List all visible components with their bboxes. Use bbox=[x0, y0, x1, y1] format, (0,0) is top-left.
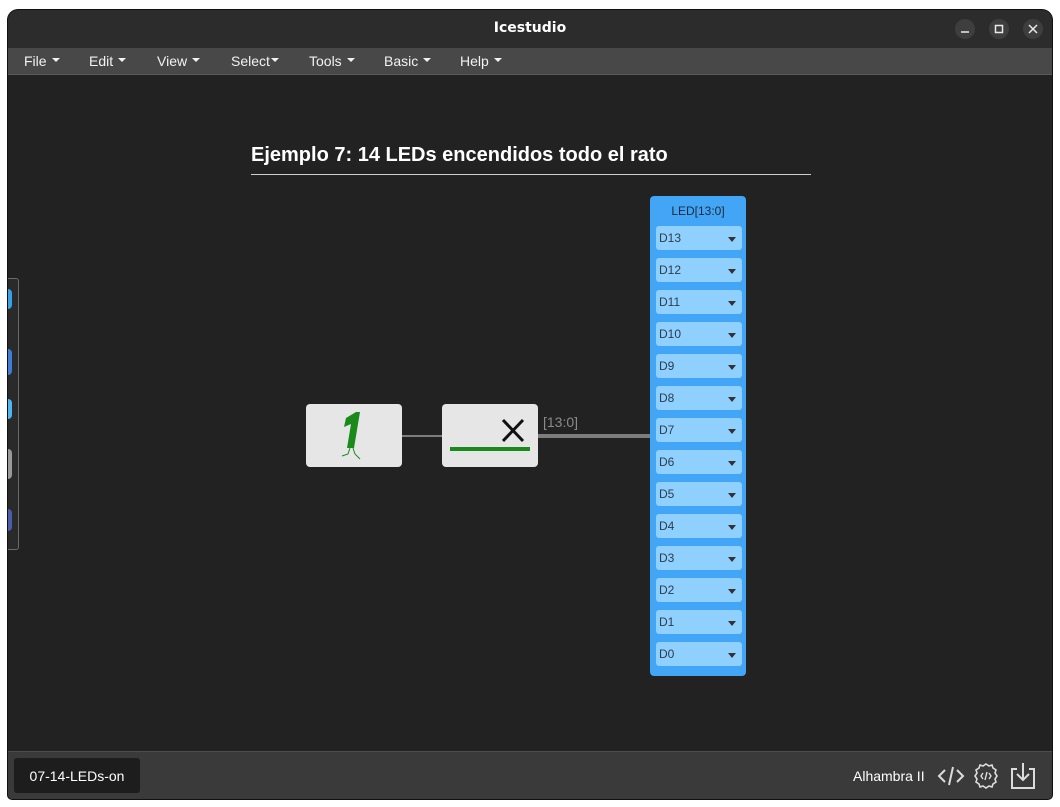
upload-icon[interactable] bbox=[1008, 761, 1038, 791]
pin-select-d1[interactable]: D1 bbox=[656, 610, 742, 634]
close-button[interactable] bbox=[1023, 19, 1043, 39]
gear-code-icon[interactable] bbox=[971, 761, 1001, 791]
pin-label: D10 bbox=[659, 327, 682, 341]
maximize-button[interactable] bbox=[989, 19, 1009, 39]
chevron-down-icon bbox=[728, 461, 736, 466]
toolbox-tool-5[interactable] bbox=[8, 509, 12, 531]
constant-one-block[interactable] bbox=[306, 404, 402, 467]
pin-label: D8 bbox=[659, 391, 675, 405]
chevron-down-icon bbox=[728, 653, 736, 658]
pin-label: D0 bbox=[659, 647, 675, 661]
chevron-down-icon bbox=[423, 58, 432, 63]
toolbox-tool-4[interactable] bbox=[8, 449, 12, 479]
chevron-down-icon bbox=[728, 621, 736, 626]
bus-width-label: [13:0] bbox=[543, 414, 579, 430]
pin-label: D4 bbox=[659, 519, 675, 533]
chevron-down-icon bbox=[728, 429, 736, 434]
chevron-down-icon bbox=[346, 58, 355, 63]
close-icon bbox=[1028, 24, 1038, 34]
led-block-title: LED[13:0] bbox=[671, 204, 725, 218]
menu-file[interactable]: File bbox=[24, 53, 60, 69]
pin-select-d4[interactable]: D4 bbox=[656, 514, 742, 538]
pin-label: D13 bbox=[659, 231, 682, 245]
toolbox-tool-2[interactable] bbox=[8, 349, 12, 375]
minimize-icon bbox=[961, 31, 969, 33]
pin-label: D3 bbox=[659, 551, 675, 565]
menu-file-label: File bbox=[24, 53, 47, 69]
design-canvas[interactable]: Ejemplo 7: 14 LEDs encendidos todo el ra… bbox=[8, 75, 1052, 751]
chevron-down-icon bbox=[728, 237, 736, 242]
chevron-down-icon bbox=[51, 58, 60, 63]
pin-label: D7 bbox=[659, 423, 675, 437]
chevron-down-icon bbox=[728, 397, 736, 402]
minimize-button[interactable] bbox=[955, 19, 975, 39]
pin-select-d8[interactable]: D8 bbox=[656, 386, 742, 410]
chevron-down-icon bbox=[192, 58, 201, 63]
led-output-block[interactable]: LED[13:0] D13 D12 D11 D10 D9 D8 D7 D6 D5… bbox=[650, 196, 746, 676]
extend-bus-icon bbox=[450, 418, 530, 451]
menu-edit-label: Edit bbox=[89, 53, 114, 69]
menu-help[interactable]: Help bbox=[460, 53, 502, 69]
maximize-icon bbox=[994, 24, 1004, 34]
board-name[interactable]: Alhambra II bbox=[853, 768, 925, 784]
pin-select-d0[interactable]: D0 bbox=[656, 642, 742, 666]
pin-select-d7[interactable]: D7 bbox=[656, 418, 742, 442]
chevron-down-icon bbox=[493, 58, 502, 63]
toolbox-tool-1[interactable] bbox=[8, 289, 12, 309]
menu-tools[interactable]: Tools bbox=[309, 53, 355, 69]
window-title: Icestudio bbox=[493, 20, 567, 36]
pin-select-d5[interactable]: D5 bbox=[656, 482, 742, 506]
pin-select-d13[interactable]: D13 bbox=[656, 226, 742, 250]
title-bar: Icestudio bbox=[8, 10, 1052, 48]
pin-select-d12[interactable]: D12 bbox=[656, 258, 742, 282]
wire-one-to-extender[interactable] bbox=[402, 435, 442, 437]
chevron-down-icon bbox=[118, 58, 127, 63]
pin-select-d10[interactable]: D10 bbox=[656, 322, 742, 346]
pin-label: D11 bbox=[659, 295, 681, 309]
chevron-down-icon bbox=[270, 58, 279, 63]
chevron-down-icon bbox=[728, 493, 736, 498]
menu-select-label: Select bbox=[231, 53, 270, 69]
pin-select-d6[interactable]: D6 bbox=[656, 450, 742, 474]
pin-select-d2[interactable]: D2 bbox=[656, 578, 742, 602]
pin-select-d11[interactable]: D11 bbox=[656, 290, 742, 314]
menu-select[interactable]: Select bbox=[231, 53, 279, 69]
pin-select-d3[interactable]: D3 bbox=[656, 546, 742, 570]
chevron-down-icon bbox=[728, 589, 736, 594]
code-icon[interactable] bbox=[936, 761, 966, 791]
menu-view-label: View bbox=[157, 53, 188, 69]
chevron-down-icon bbox=[728, 333, 736, 338]
toolbox-tool-3[interactable] bbox=[8, 399, 12, 419]
constant-one-icon bbox=[341, 412, 361, 460]
menu-tools-label: Tools bbox=[309, 53, 342, 69]
left-toolbox[interactable] bbox=[8, 278, 19, 550]
app-window: Icestudio File Edit View Select Tools Ba… bbox=[8, 10, 1052, 799]
pin-label: D9 bbox=[659, 359, 675, 373]
menu-basic-label: Basic bbox=[384, 53, 419, 69]
bottom-bar: 07-14-LEDs-on Alhambra II bbox=[8, 751, 1052, 799]
menu-bar: File Edit View Select Tools Basic Help bbox=[8, 48, 1052, 75]
pin-label: D1 bbox=[659, 615, 675, 629]
pin-select-d9[interactable]: D9 bbox=[656, 354, 742, 378]
chevron-down-icon bbox=[728, 269, 736, 274]
bus-wire[interactable] bbox=[538, 434, 650, 438]
menu-help-label: Help bbox=[460, 53, 489, 69]
chevron-down-icon bbox=[728, 301, 736, 306]
project-tab[interactable]: 07-14-LEDs-on bbox=[14, 758, 140, 793]
bus-extender-block[interactable] bbox=[442, 404, 538, 467]
pin-label: D2 bbox=[659, 583, 675, 597]
pin-label: D5 bbox=[659, 487, 675, 501]
chevron-down-icon bbox=[728, 525, 736, 530]
chevron-down-icon bbox=[728, 365, 736, 370]
pin-label: D12 bbox=[659, 263, 682, 277]
menu-view[interactable]: View bbox=[157, 53, 201, 69]
menu-basic[interactable]: Basic bbox=[384, 53, 432, 69]
menu-edit[interactable]: Edit bbox=[89, 53, 127, 69]
pin-label: D6 bbox=[659, 455, 675, 469]
canvas-heading: Ejemplo 7: 14 LEDs encendidos todo el ra… bbox=[251, 144, 811, 175]
chevron-down-icon bbox=[728, 557, 736, 562]
